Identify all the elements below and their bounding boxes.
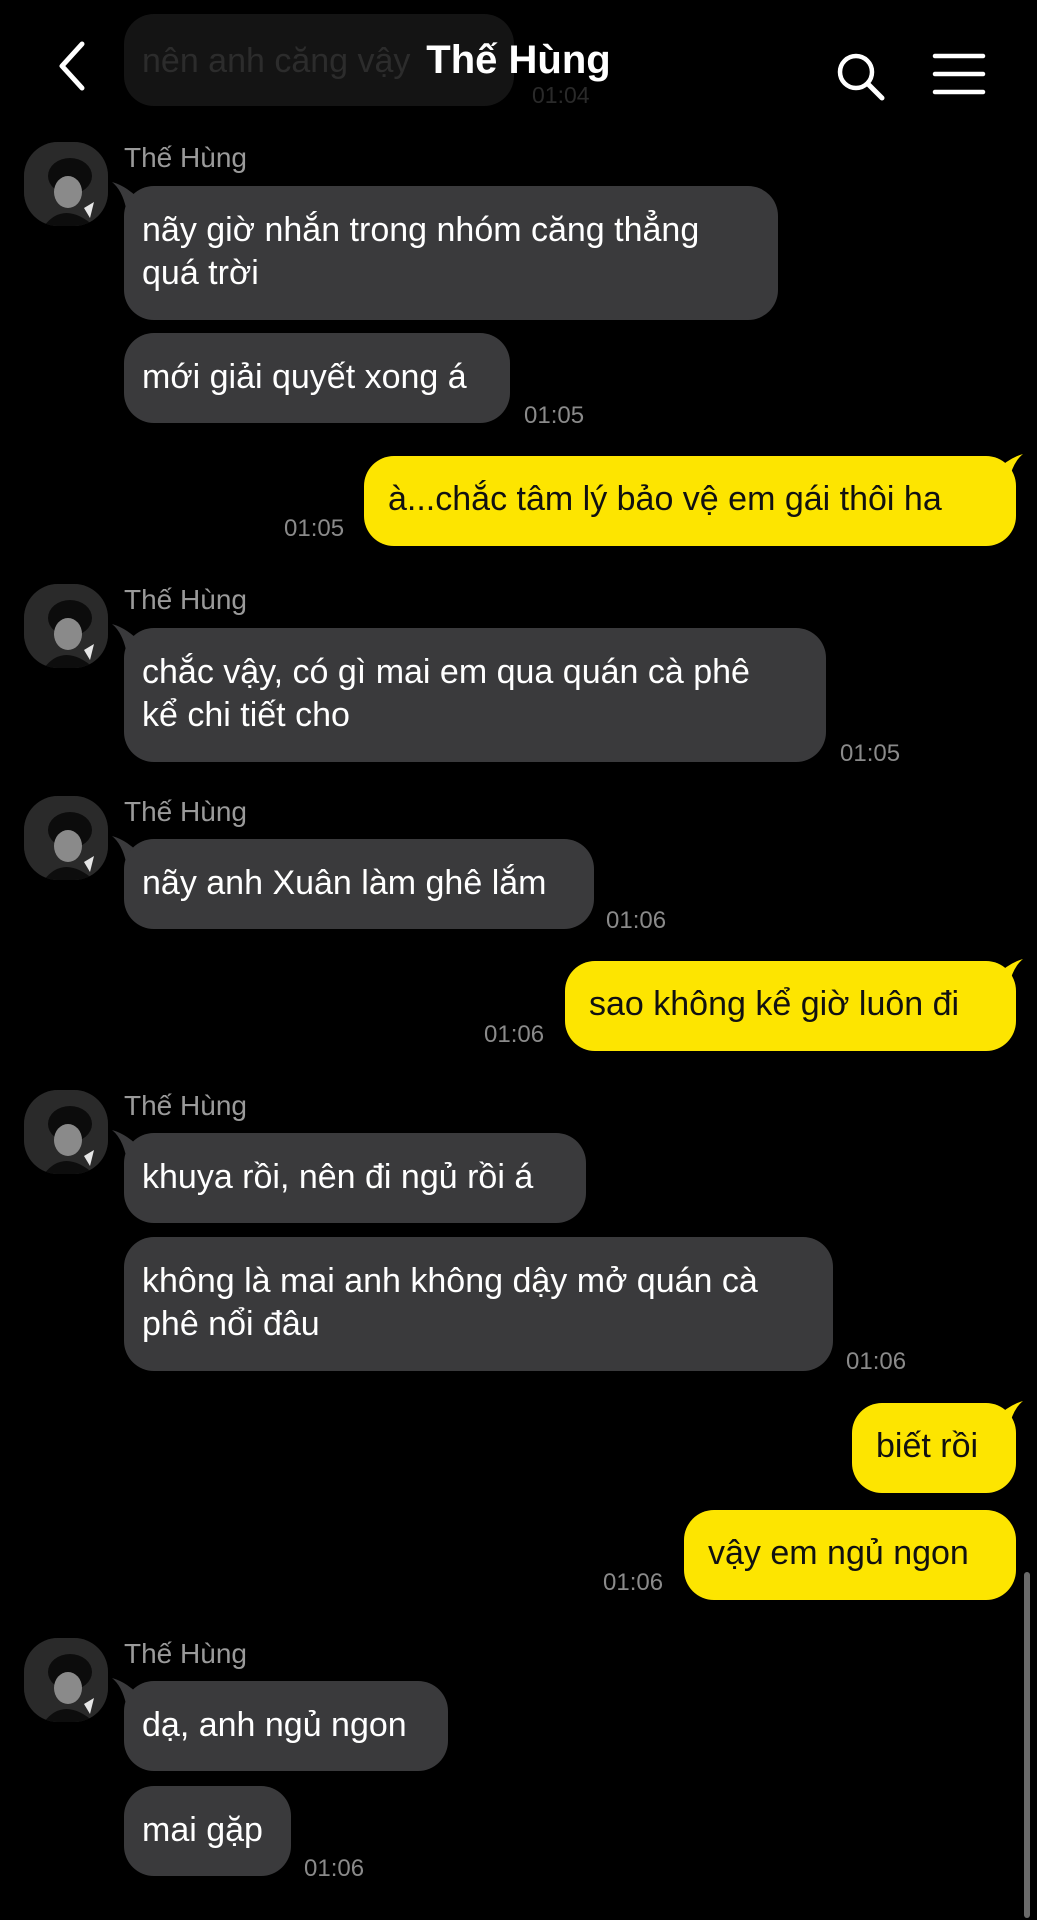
message-time: 01:06 (603, 1569, 664, 1596)
message-bubble[interactable]: không là mai anh không dậy mở quán cà ph… (124, 1237, 833, 1371)
message-bubble-outgoing[interactable]: à...chắc tâm lý bảo vệ em gái thôi ha (364, 456, 1016, 546)
previous-message-time: 01:04 (532, 82, 590, 108)
sender-name: Thế Hùng (124, 584, 247, 615)
message-time: 01:06 (484, 1021, 545, 1048)
bubble-tail (997, 1401, 1023, 1427)
sender-name: Thế Hùng (124, 796, 247, 827)
bubble-tail (997, 454, 1023, 480)
avatar-photo (24, 584, 108, 668)
avatar-photo (24, 1090, 108, 1174)
message-bubble-outgoing[interactable]: biết rồi (852, 1403, 1016, 1493)
message-line: nãy giờ nhắn trong nhóm căng thẳng (142, 211, 700, 249)
sender-name: Thế Hùng (124, 1090, 247, 1121)
message-time: 01:06 (846, 1348, 907, 1375)
message-time: 01:05 (284, 515, 345, 542)
message-text: khuya rồi, nên đi ngủ rồi á (142, 1158, 534, 1196)
message-text: mới giải quyết xong á (142, 358, 467, 396)
back-button[interactable] (50, 38, 96, 94)
message-line: chắc vậy, có gì mai em qua quán cà phê (142, 653, 750, 691)
message-time: 01:05 (840, 740, 901, 767)
message-text: nãy anh Xuân làm ghê lắm (142, 864, 547, 902)
message-time: 01:06 (304, 1855, 365, 1882)
bubble-tail (997, 959, 1023, 985)
avatar[interactable] (24, 1638, 108, 1722)
menu-button[interactable] (932, 52, 986, 96)
message-bubble[interactable]: dạ, anh ngủ ngon (124, 1681, 448, 1771)
message-text: à...chắc tâm lý bảo vệ em gái thôi ha (388, 480, 942, 518)
avatar-photo (24, 796, 108, 880)
menu-icon (932, 53, 986, 95)
message-text: biết rồi (876, 1427, 979, 1465)
message-text: sao không kể giờ luôn đi (589, 985, 960, 1023)
message-bubble[interactable]: mới giải quyết xong á (124, 333, 510, 423)
avatar[interactable] (24, 142, 108, 226)
message-line: không là mai anh không dậy mở quán cà (142, 1262, 758, 1300)
scroll-indicator[interactable] (1024, 1572, 1030, 1918)
top-bar: nên anh căng vậy 01:04 Thế Hùng (0, 0, 1037, 130)
message-line: quá trời (142, 254, 259, 292)
sender-name: Thế Hùng (124, 142, 247, 173)
message-bubble[interactable]: mai gặp (124, 1786, 291, 1876)
message-bubble[interactable]: nãy anh Xuân làm ghê lắm (124, 839, 594, 929)
message-text: dạ, anh ngủ ngon (142, 1706, 407, 1744)
message-text: vậy em ngủ ngon (708, 1534, 969, 1572)
message-line: phê nổi đâu (142, 1305, 320, 1343)
avatar-photo (24, 142, 108, 226)
message-bubble-outgoing[interactable]: vậy em ngủ ngon (684, 1510, 1016, 1600)
avatar[interactable] (24, 584, 108, 668)
search-button[interactable] (834, 50, 886, 102)
message-bubble[interactable]: nãy giờ nhắn trong nhóm căng thẳng quá t… (124, 186, 778, 320)
message-time: 01:05 (524, 402, 585, 429)
back-chevron-icon (59, 41, 85, 91)
avatar[interactable] (24, 796, 108, 880)
message-text: mai gặp (142, 1811, 263, 1849)
message-bubble-outgoing[interactable]: sao không kể giờ luôn đi (565, 961, 1016, 1051)
search-icon (837, 53, 885, 101)
message-time: 01:06 (606, 907, 667, 934)
message-line: kể chi tiết cho (142, 696, 350, 734)
message-bubble[interactable]: khuya rồi, nên đi ngủ rồi á (124, 1133, 586, 1223)
avatar[interactable] (24, 1090, 108, 1174)
avatar-photo (24, 1638, 108, 1722)
message-bubble[interactable]: chắc vậy, có gì mai em qua quán cà phê k… (124, 628, 826, 762)
sender-name: Thế Hùng (124, 1638, 247, 1669)
